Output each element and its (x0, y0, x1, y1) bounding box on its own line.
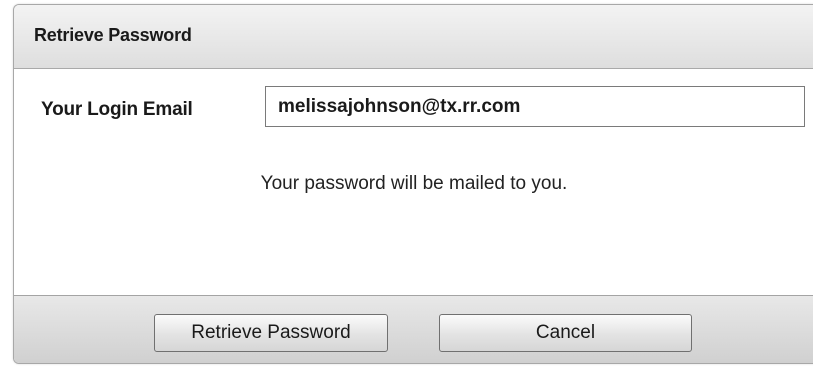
cancel-button[interactable]: Cancel (439, 314, 692, 352)
retrieve-password-button[interactable]: Retrieve Password (154, 314, 388, 352)
dialog-titlebar: Retrieve Password (14, 5, 813, 69)
info-message: Your password will be mailed to you. (14, 173, 813, 195)
info-message-text: Your password will be mailed to you. (260, 173, 568, 194)
retrieve-password-dialog: Retrieve Password Your Login Email Your … (13, 4, 813, 364)
login-email-input[interactable] (265, 86, 805, 127)
dialog-footer: Retrieve Password Cancel (14, 295, 813, 363)
dialog-body: Your Login Email Your password will be m… (14, 69, 813, 294)
login-email-label: Your Login Email (41, 99, 193, 120)
dialog-title: Retrieve Password (34, 25, 192, 45)
